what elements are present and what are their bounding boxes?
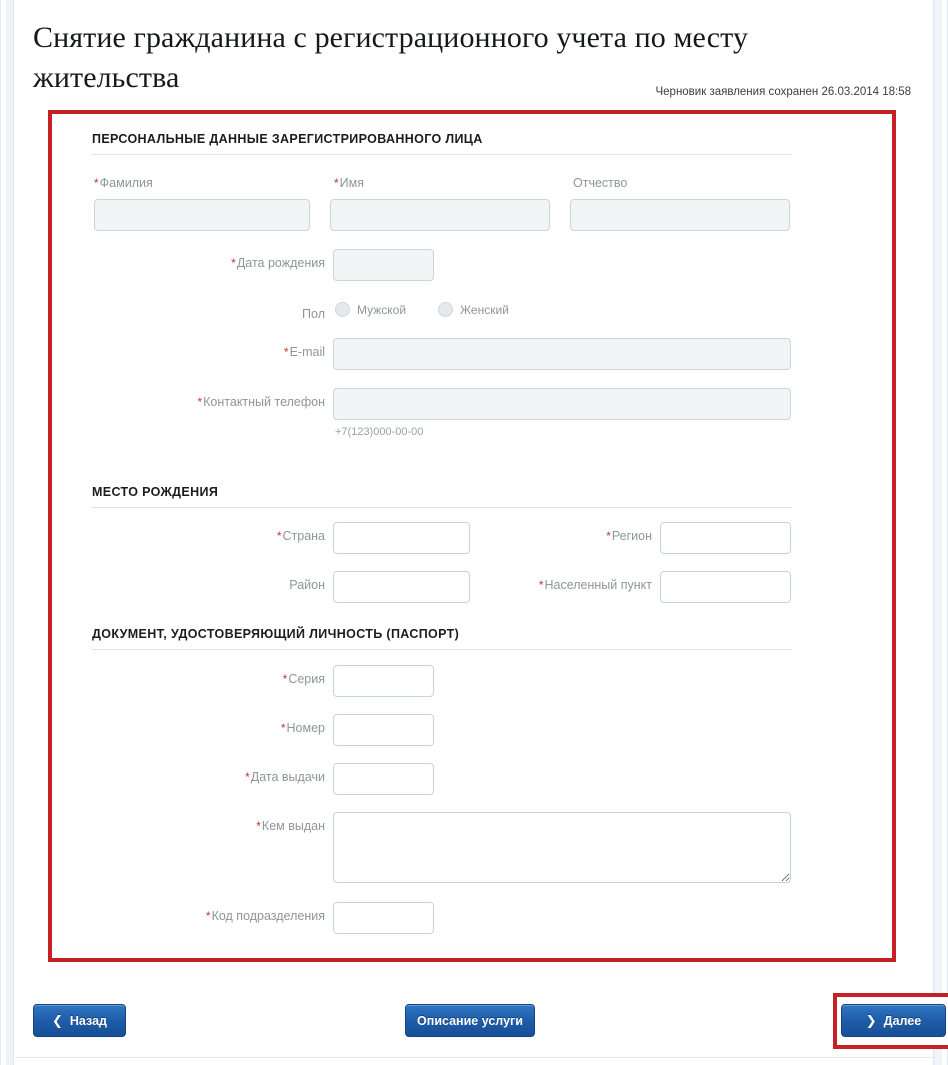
next-button[interactable]: ❯ Далее (841, 1004, 946, 1037)
label-gender: Пол (302, 307, 325, 321)
required-marker: * (280, 721, 286, 735)
label-locality: *Населенный пункт (538, 578, 652, 592)
label-phone: *Контактный телефон (197, 395, 325, 409)
input-number[interactable] (333, 714, 434, 746)
label-region: *Регион (606, 529, 652, 543)
required-marker: * (276, 529, 282, 543)
section-title-birthplace: МЕСТО РОЖДЕНИЯ (92, 485, 219, 499)
input-issue-date[interactable] (333, 763, 434, 795)
footer-divider (15, 1057, 935, 1058)
input-district[interactable] (333, 571, 470, 603)
label-birthdate: *Дата рождения (231, 256, 325, 270)
input-phone[interactable] (333, 388, 791, 420)
label-division-code: *Код подразделения (205, 909, 325, 923)
radio-label-male: Мужской (357, 302, 407, 317)
label-district: Район (289, 578, 325, 592)
input-firstname[interactable] (330, 199, 550, 231)
label-series: *Серия (282, 672, 325, 686)
section-divider-birthplace (92, 507, 792, 508)
required-marker: * (282, 672, 288, 686)
required-marker: * (606, 529, 611, 543)
chevron-left-icon: ❮ (52, 1013, 63, 1028)
radio-dot-icon (438, 302, 453, 317)
radio-label-female: Женский (460, 302, 509, 317)
section-divider-passport (92, 649, 792, 650)
input-email[interactable] (333, 338, 791, 370)
form-highlight-box: ПЕРСОНАЛЬНЫЕ ДАННЫЕ ЗАРЕГИСТРИРОВАННОГО … (48, 110, 896, 962)
label-patronymic: Отчество (573, 176, 628, 190)
radio-gender-female[interactable]: Женский (438, 302, 509, 317)
label-issued-by: *Кем выдан (256, 819, 325, 833)
back-button[interactable]: ❮ Назад (33, 1004, 126, 1037)
required-marker: * (538, 578, 544, 592)
section-title-personal: ПЕРСОНАЛЬНЫЕ ДАННЫЕ ЗАРЕГИСТРИРОВАННОГО … (92, 132, 483, 146)
input-issued-by[interactable] (333, 812, 791, 883)
required-marker: * (245, 770, 250, 784)
label-number: *Номер (280, 721, 325, 735)
radio-dot-icon (335, 302, 350, 317)
input-division-code[interactable] (333, 902, 434, 934)
section-divider-personal (92, 154, 792, 155)
page-frame: Снятие гражданина с регистрационного уче… (0, 0, 948, 1065)
required-marker: * (205, 909, 211, 923)
required-marker: * (334, 176, 339, 190)
page-content: Снятие гражданина с регистрационного уче… (15, 0, 948, 1065)
hint-phone-format: +7(123)000-00-00 (335, 426, 424, 438)
draft-saved-status: Черновик заявления сохранен 26.03.2014 1… (655, 86, 911, 98)
back-button-label: Назад (69, 1013, 107, 1028)
required-marker: * (197, 395, 203, 409)
label-issue-date: *Дата выдачи (245, 770, 325, 784)
input-patronymic[interactable] (570, 199, 790, 231)
application-form: ПЕРСОНАЛЬНЫЕ ДАННЫЕ ЗАРЕГИСТРИРОВАННОГО … (52, 114, 892, 958)
page-edge-left (6, 0, 14, 1065)
chevron-right-icon: ❯ (865, 1013, 877, 1028)
input-surname[interactable] (94, 199, 310, 231)
required-marker: * (256, 819, 261, 833)
section-title-passport: ДОКУМЕНТ, УДОСТОВЕРЯЮЩИЙ ЛИЧНОСТЬ (ПАСПО… (92, 627, 460, 641)
input-series[interactable] (333, 665, 434, 697)
input-locality[interactable] (660, 571, 791, 603)
next-button-label: Далее (883, 1013, 922, 1028)
radio-gender-male[interactable]: Мужской (335, 302, 406, 317)
label-country: *Страна (276, 529, 325, 543)
label-firstname: *Имя (334, 176, 365, 190)
required-marker: * (231, 256, 236, 270)
required-marker: * (283, 345, 289, 359)
service-description-label: Описание услуги (417, 1013, 523, 1028)
input-country[interactable] (333, 522, 470, 554)
service-description-button[interactable]: Описание услуги (405, 1004, 535, 1037)
label-email: *E-mail (283, 345, 325, 359)
input-region[interactable] (660, 522, 791, 554)
label-surname: *Фамилия (94, 176, 153, 190)
required-marker: * (94, 176, 99, 190)
input-birthdate[interactable] (333, 249, 434, 281)
